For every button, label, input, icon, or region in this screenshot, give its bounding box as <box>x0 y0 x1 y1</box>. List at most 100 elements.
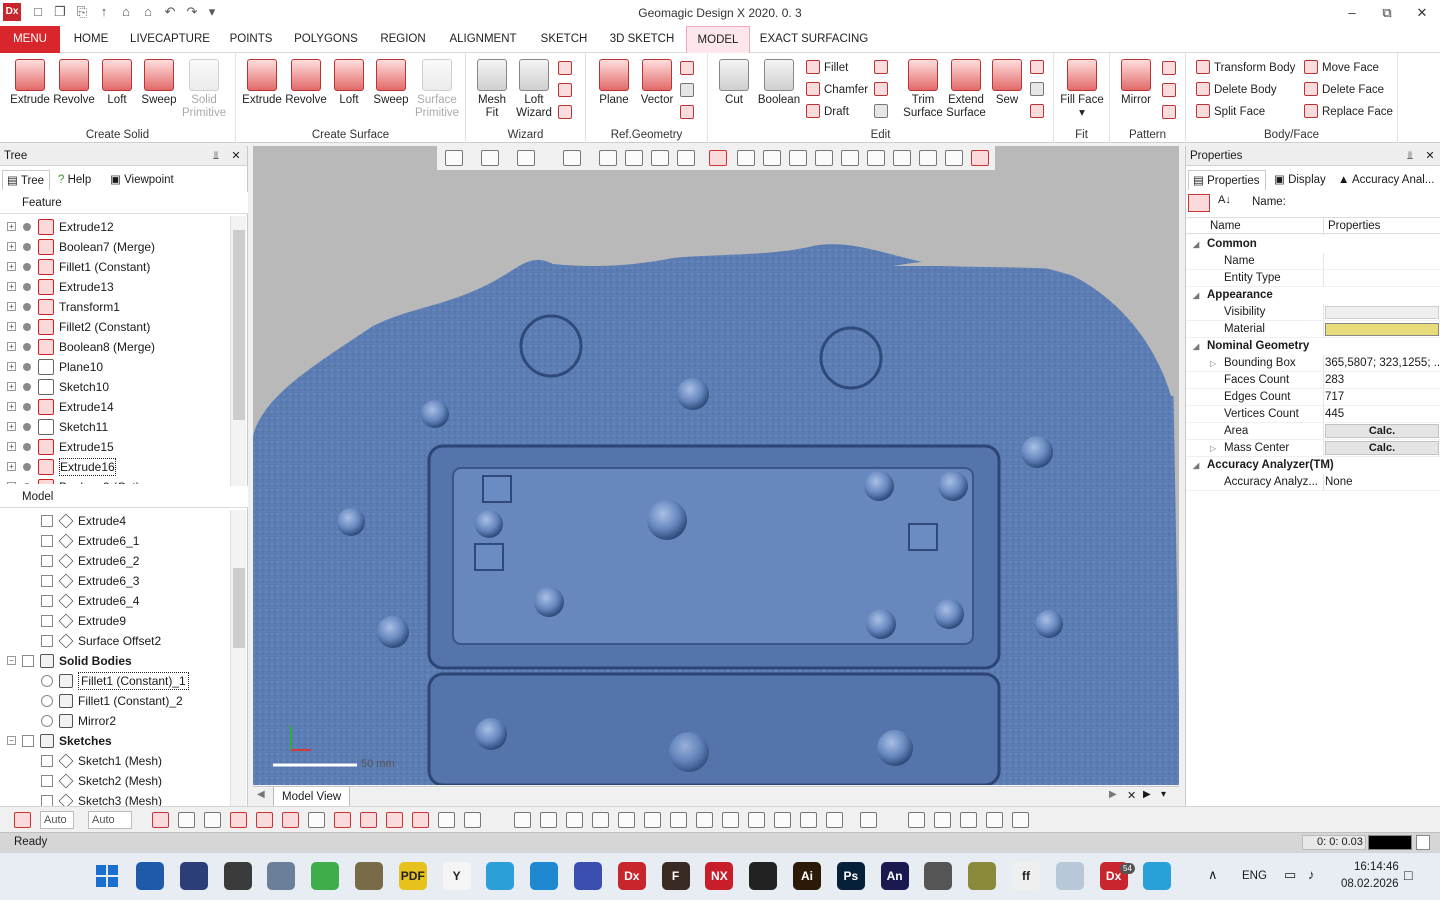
boolean-button[interactable]: Boolean <box>756 57 802 107</box>
taskbar-app-icon[interactable] <box>179 862 208 890</box>
property-row[interactable]: Visibility <box>1186 304 1440 321</box>
model-tree-item[interactable]: Fillet1 (Constant)_1 <box>0 671 230 691</box>
ribbon-tab-sketch[interactable]: SKETCH <box>530 26 598 53</box>
collapse-triangle-icon[interactable]: ◢ <box>1193 338 1199 355</box>
scroll-right-icon[interactable]: ▶ <box>1109 789 1117 800</box>
flip-icon[interactable] <box>945 150 963 166</box>
calc-button-cell[interactable]: Calc. <box>1325 440 1440 455</box>
coordinate-button[interactable] <box>680 103 698 123</box>
bottom-tool-icon[interactable] <box>256 812 273 828</box>
close-view-icon[interactable]: ✕ <box>1127 789 1136 802</box>
feature-tree-item[interactable]: + Fillet2 (Constant) <box>0 317 230 337</box>
model-tree-item[interactable]: Extrude6_1 <box>0 531 230 551</box>
visibility-value[interactable] <box>1325 304 1440 319</box>
expand-icon[interactable]: + <box>7 362 16 371</box>
tab-model-view[interactable]: Model View <box>273 787 351 807</box>
bottom-tool-icon[interactable] <box>308 812 325 828</box>
pin-icon[interactable]: ⫫ <box>1402 146 1418 166</box>
checkbox[interactable] <box>22 655 34 667</box>
feature-tree-item[interactable]: + Extrude12 <box>0 217 230 237</box>
solid-sweep-button[interactable]: Sweep <box>138 57 180 107</box>
property-row[interactable]: Accuracy Analyz... None <box>1186 474 1440 491</box>
bottom-tool-icon[interactable] <box>748 812 765 828</box>
visibility-dot-icon[interactable] <box>23 383 31 391</box>
checkbox[interactable] <box>41 615 53 627</box>
tray-chevron-icon[interactable]: ∧ <box>1208 867 1218 883</box>
eye-icon[interactable] <box>41 675 53 687</box>
lasso-icon[interactable] <box>815 150 833 166</box>
feature-tree-item[interactable]: + Extrude16 <box>0 457 230 477</box>
expand-icon[interactable]: + <box>7 462 16 471</box>
bottom-tool-icon[interactable] <box>464 812 481 828</box>
taskbar-app-icon[interactable] <box>968 862 997 890</box>
model-tree-item[interactable]: − Solid Bodies <box>0 651 230 671</box>
taskbar-app-icon[interactable] <box>311 862 340 890</box>
bottom-tool-icon[interactable] <box>934 812 951 828</box>
next-view-icon[interactable]: ▶ <box>1143 789 1151 800</box>
visibility-dot-icon[interactable] <box>23 303 31 311</box>
mirror-view-icon[interactable] <box>651 150 669 166</box>
property-row[interactable]: ◢ Common <box>1186 236 1440 253</box>
sew-button[interactable]: Sew <box>990 57 1024 107</box>
split-face-button[interactable]: Split Face <box>1196 102 1265 122</box>
bottom-tool-icon[interactable] <box>514 812 531 828</box>
model-tree-item[interactable]: Sketch1 (Mesh) <box>0 751 230 771</box>
bottom-tool-icon[interactable] <box>1012 812 1029 828</box>
eye-icon[interactable] <box>971 150 989 166</box>
volume-icon[interactable]: ♪ <box>1308 867 1315 882</box>
extend-surface-button[interactable]: Extend Surface <box>944 57 988 120</box>
ribbon-tab-home[interactable]: HOME <box>60 26 122 53</box>
expand-icon[interactable]: + <box>7 422 16 431</box>
circular-pattern-button[interactable] <box>1162 81 1180 101</box>
property-row[interactable]: Name <box>1186 253 1440 270</box>
taskbar-app-icon[interactable] <box>267 862 296 890</box>
model-tree-item[interactable]: − Sketches <box>0 731 230 751</box>
taskbar-app-icon[interactable]: PDF <box>398 862 427 890</box>
property-row[interactable]: Vertices Count 445 <box>1186 406 1440 423</box>
orient-icon[interactable] <box>563 150 581 166</box>
edit-small-a[interactable] <box>874 58 892 78</box>
edit-small-d[interactable] <box>1030 58 1048 78</box>
model-tree-item[interactable]: Mirror2 <box>0 711 230 731</box>
close-icon[interactable]: ✕ <box>228 146 244 166</box>
taskbar-app-icon[interactable] <box>1055 862 1084 890</box>
visibility-dot-icon[interactable] <box>23 283 31 291</box>
collapse-triangle-icon[interactable]: ◢ <box>1193 287 1199 304</box>
checkbox[interactable] <box>41 775 53 787</box>
ribbon-tab-polygons[interactable]: POLYGONS <box>284 26 368 53</box>
wizard-small-1[interactable] <box>558 59 576 79</box>
wizard-small-3[interactable] <box>558 103 576 123</box>
expand-icon[interactable]: + <box>7 442 16 451</box>
collapse-icon[interactable]: − <box>7 736 16 745</box>
bottom-tool-icon[interactable] <box>282 812 299 828</box>
taskbar-app-icon[interactable]: Ps <box>836 862 865 890</box>
fillet-button[interactable]: Fillet <box>806 58 848 78</box>
model-tree-item[interactable]: Sketch2 (Mesh) <box>0 771 230 791</box>
surface-extrude-button[interactable]: Extrude <box>240 57 284 107</box>
bottom-tool-icon[interactable] <box>230 812 247 828</box>
expand-icon[interactable]: + <box>7 242 16 251</box>
ribbon-tab-livecapture[interactable]: LIVECAPTURE <box>122 26 218 53</box>
filter-dropdown-2[interactable]: Auto <box>88 811 132 829</box>
feature-tree-item[interactable]: + Extrude15 <box>0 437 230 457</box>
tab-display[interactable]: ▣ Display <box>1270 170 1330 190</box>
filter-dropdown-1[interactable]: Auto <box>40 811 74 829</box>
bottom-tool-icon[interactable] <box>618 812 635 828</box>
expand-icon[interactable]: + <box>7 342 16 351</box>
box-view-icon[interactable] <box>517 150 535 166</box>
transform-body-button[interactable]: Transform Body <box>1196 58 1295 78</box>
taskbar-app-icon[interactable] <box>223 862 252 890</box>
solid-loft-button[interactable]: Loft <box>98 57 136 107</box>
model-tree-item[interactable]: Extrude4 <box>0 511 230 531</box>
surface-loft-button[interactable]: Loft <box>330 57 368 107</box>
checkbox[interactable] <box>22 735 34 747</box>
model-tree-item[interactable]: Extrude6_4 <box>0 591 230 611</box>
bottom-tool-icon[interactable] <box>800 812 817 828</box>
feature-tree-item[interactable]: + Fillet1 (Constant) <box>0 257 230 277</box>
edit-small-c[interactable] <box>874 102 892 122</box>
taskbar-app-icon[interactable] <box>530 862 559 890</box>
taskbar-app-icon[interactable]: Ai <box>793 862 821 890</box>
model-tree-item[interactable]: Extrude6_2 <box>0 551 230 571</box>
categorized-icon[interactable] <box>1188 194 1210 212</box>
trim-surface-button[interactable]: Trim Surface <box>902 57 944 120</box>
